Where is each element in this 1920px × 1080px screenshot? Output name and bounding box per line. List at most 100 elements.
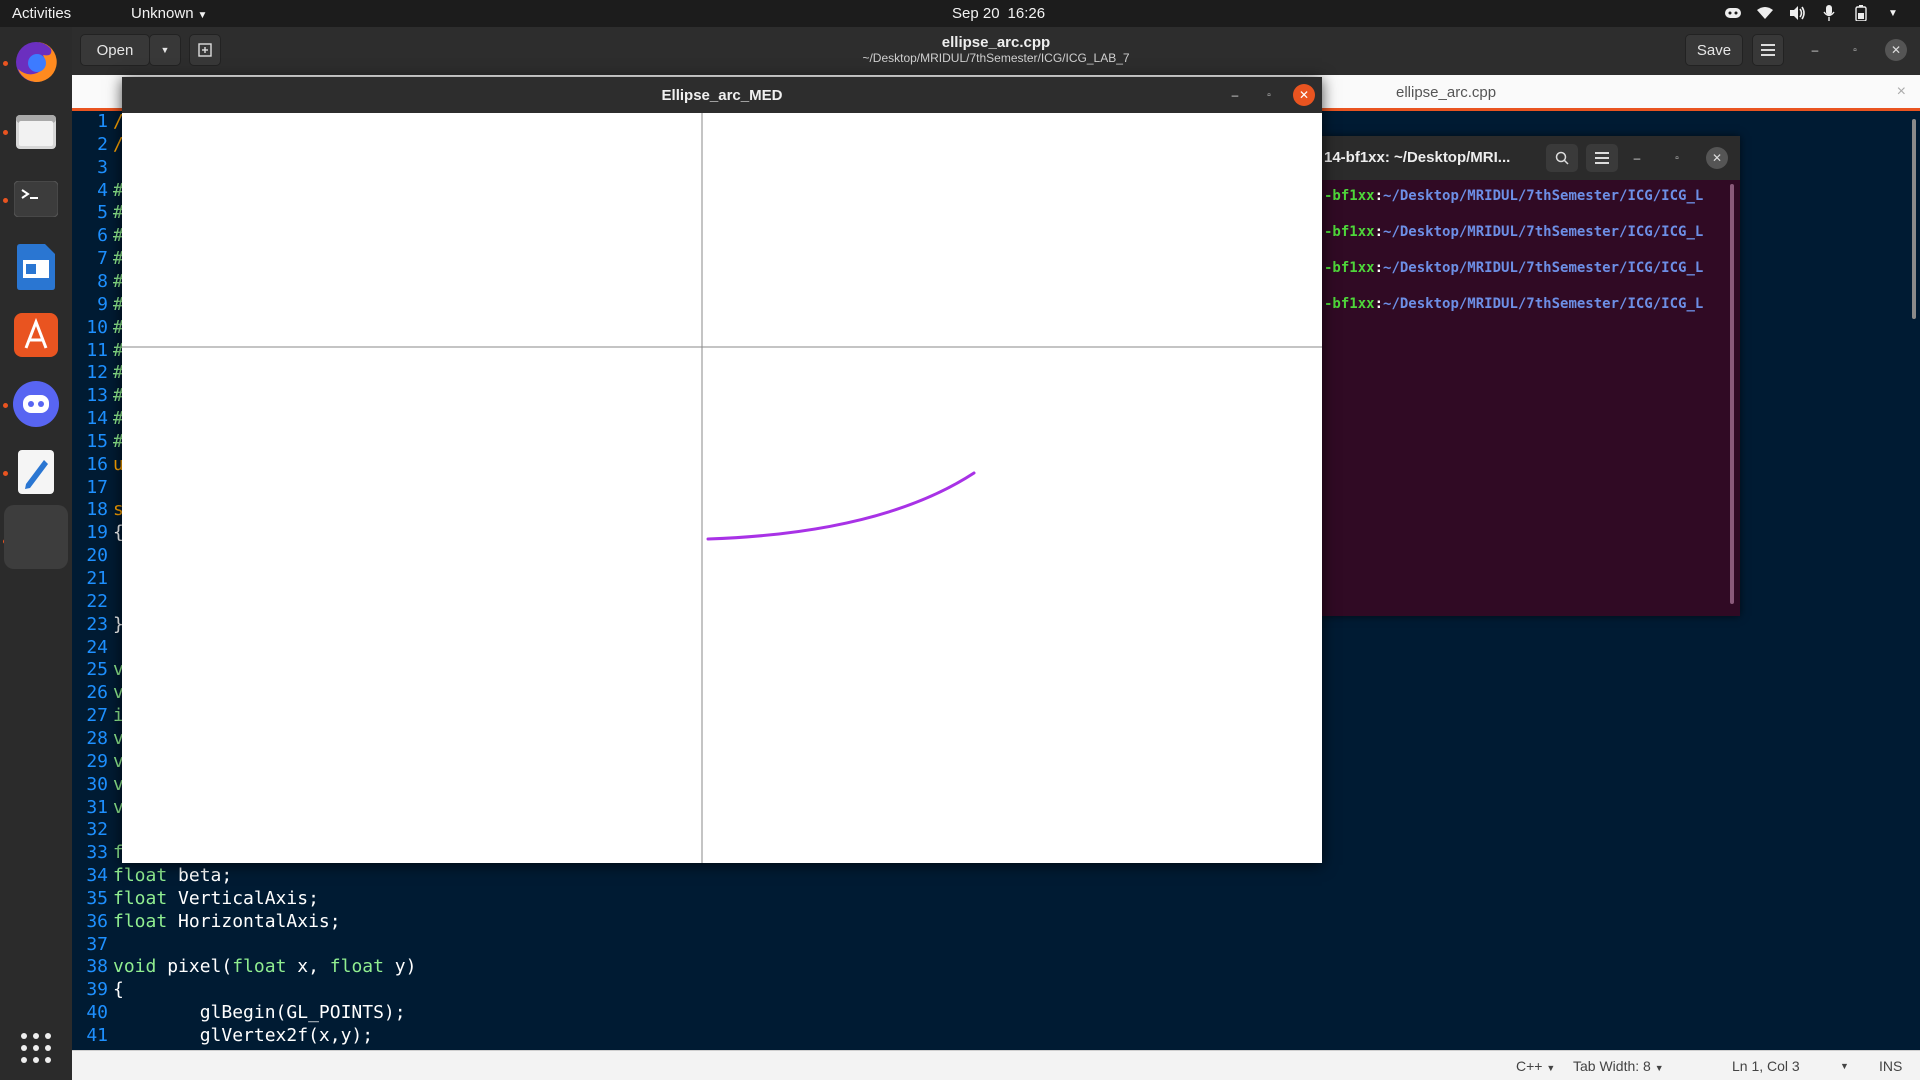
code-line[interactable]: 5 # [72,202,124,225]
terminal-scrollbar[interactable] [1730,184,1734,604]
line-number: 18 [86,499,108,521]
code-line[interactable]: 33 f [72,842,124,865]
tab-ellipse-arc[interactable]: ellipse_arc.cpp [1396,84,1496,101]
hamburger-menu-button[interactable] [1752,34,1784,66]
dock-app-center[interactable] [9,308,63,362]
clock[interactable]: Sep 20 16:26 [952,5,1045,22]
chevron-down-icon: ▼ [1654,1063,1664,1073]
code-token: beta; [167,865,233,887]
code-line[interactable]: 4 # [72,180,124,203]
glut-canvas[interactable] [122,113,1322,863]
battery-icon[interactable] [1852,4,1870,22]
discord-icon[interactable] [1724,4,1742,22]
code-line[interactable]: 41 glVertex2f(x,y); [72,1025,373,1048]
save-button[interactable]: Save [1685,34,1743,66]
microphone-icon[interactable] [1820,4,1838,22]
line-number: 16 [86,453,108,475]
maximize-button[interactable]: ▫ [1844,39,1866,61]
terminal-prompt-line: -bf1xx:~/Desktop/MRIDUL/7thSemester/ICG/… [1324,188,1703,204]
dock-firefox[interactable] [9,35,63,89]
code-line[interactable]: 35 float VerticalAxis; [72,888,319,911]
chevron-down-icon[interactable]: ▼ [1884,4,1902,22]
code-line[interactable]: 29 v [72,751,124,774]
chevron-down-icon[interactable]: ▼ [1840,1061,1849,1071]
editor-title: ellipse_arc.cpp [941,34,1051,51]
tab-width-selector[interactable]: Tab Width: 8 ▼ [1573,1058,1664,1074]
terminal-prompt-user: -bf1xx [1324,296,1375,312]
scrollbar-thumb[interactable] [1912,119,1916,319]
code-line[interactable]: 12 # [72,362,124,385]
activities-button[interactable]: Activities [12,5,71,22]
code-line[interactable]: 20 [72,545,113,568]
close-button[interactable]: ✕ [1885,39,1907,61]
code-line[interactable]: 28 v [72,728,124,751]
wifi-icon[interactable] [1756,4,1774,22]
code-line[interactable]: 18 s [72,499,124,522]
glut-minimize-button[interactable]: – [1224,84,1246,106]
code-line[interactable]: 27 i [72,705,124,728]
code-line[interactable]: 26 v [72,682,124,705]
code-line[interactable]: 36 float HorizontalAxis; [72,911,340,934]
show-apps-button[interactable] [9,1021,63,1075]
dock-discord[interactable] [9,377,63,431]
terminal-window[interactable]: 14-bf1xx: ~/Desktop/MRI... – ▫ ✕ -bf1xx:… [1320,136,1740,616]
code-line[interactable]: 37 [72,934,113,957]
code-line[interactable]: 31 v [72,797,124,820]
code-line[interactable]: 8 # [72,271,124,294]
language-selector[interactable]: C++ ▼ [1516,1058,1555,1074]
code-line[interactable]: 13 # [72,385,124,408]
dock-writer[interactable] [9,240,63,294]
ellipse-arc [706,471,976,541]
code-line[interactable]: 30 v [72,774,124,797]
code-line[interactable]: 6 # [72,225,124,248]
terminal-maximize-button[interactable]: ▫ [1666,147,1688,169]
code-line[interactable]: 40 glBegin(GL_POINTS); [72,1002,405,1025]
code-line[interactable]: 22 [72,591,113,614]
code-line[interactable]: 38 void pixel(float x, float y) [72,956,416,979]
code-line[interactable]: 11 # [72,340,124,363]
code-line[interactable]: 14 # [72,408,124,431]
dock-active-window[interactable] [4,505,68,569]
code-line[interactable]: 10 # [72,317,124,340]
code-line[interactable]: 25 v [72,659,124,682]
code-line[interactable]: 17 [72,477,113,500]
code-line[interactable]: 3 [72,157,113,180]
terminal-prompt-sep: : [1374,188,1384,204]
code-line[interactable]: 19{ [72,522,124,545]
dock-text-editor[interactable] [9,445,63,499]
terminal-search-button[interactable] [1546,144,1578,172]
dock-files[interactable] [9,104,63,158]
code-line[interactable]: 21 [72,568,113,591]
cursor-position[interactable]: Ln 1, Col 3 [1732,1058,1800,1074]
line-number: 8 [97,270,108,292]
app-menu[interactable]: Unknown ▼ [131,5,207,22]
code-line[interactable]: 2/ [72,134,124,157]
minimize-button[interactable]: – [1804,39,1826,61]
code-line[interactable]: 16 u [72,454,124,477]
volume-icon[interactable] [1788,4,1806,22]
code-line[interactable]: 34 float beta; [72,865,232,888]
terminal-minimize-button[interactable]: – [1626,147,1648,169]
glut-window[interactable]: Ellipse_arc_MED [122,77,1322,863]
terminal-close-button[interactable]: ✕ [1706,147,1728,169]
maximize-icon: ▫ [1853,44,1857,56]
line-number: 29 [86,750,108,772]
code-line[interactable]: 7 # [72,248,124,271]
code-line[interactable]: 9 # [72,294,124,317]
tab-close-icon[interactable]: × [1897,83,1906,101]
glut-close-button[interactable]: ✕ [1293,84,1315,106]
line-number: 12 [86,362,108,384]
code-line[interactable]: 39{ [72,979,124,1002]
code-line[interactable]: 15 # [72,431,124,454]
glut-maximize-button[interactable]: ▫ [1258,84,1280,106]
line-number: 6 [97,225,108,247]
code-line[interactable]: 23} [72,614,124,637]
system-tray[interactable]: ▼ [1724,4,1902,22]
code-line[interactable]: 24 [72,637,113,660]
glut-minimize-button[interactable] [1346,84,1368,106]
code-line[interactable]: 1/ [72,111,124,134]
editor-scrollbar[interactable] [1908,111,1920,1050]
dock-terminal[interactable] [9,172,63,226]
code-line[interactable]: 32 [72,819,113,842]
terminal-menu-button[interactable] [1586,144,1618,172]
